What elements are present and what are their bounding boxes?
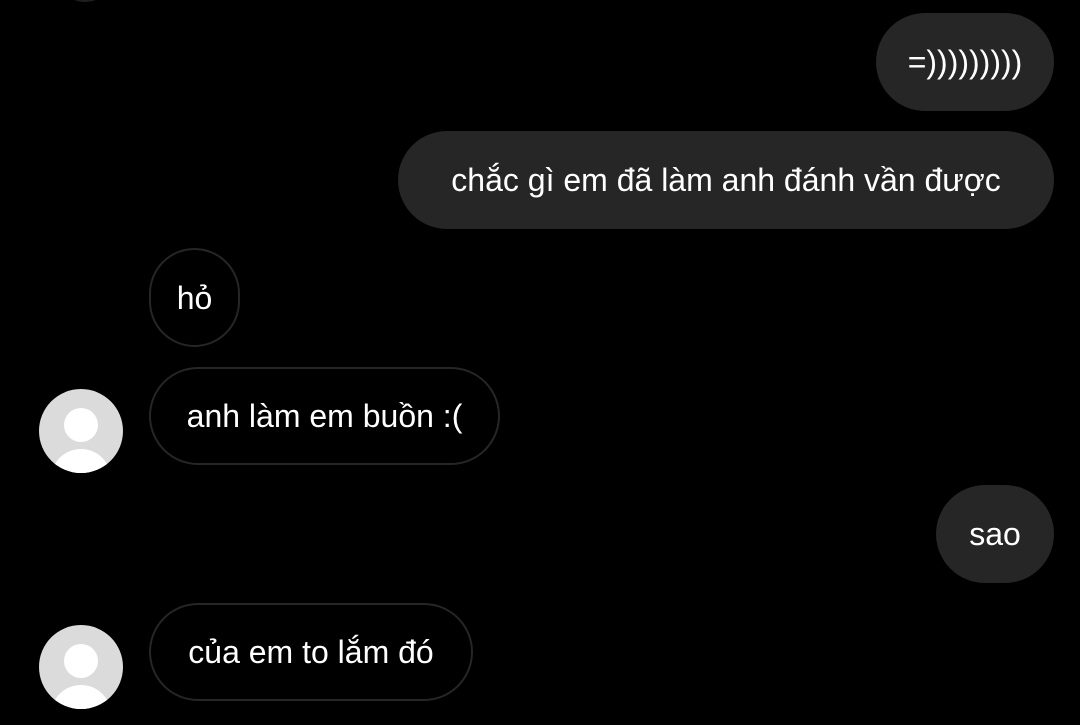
message-bubble-sent[interactable]: =))))))))) [876,13,1054,111]
avatar-head [64,644,98,678]
message-text: của em to lắm đó [188,634,434,670]
message-text: =))))))))) [907,44,1023,80]
message-bubble-sent[interactable]: sao [936,485,1054,583]
message-bubble-received[interactable]: của em to lắm đó [149,603,473,701]
avatar-shoulders [51,685,111,709]
message-text: chắc gì em đã làm anh đánh vần được [451,162,1001,198]
chat-screen: { "conversation": { "messages": [ {"send… [0,0,1080,725]
message-bubble-received[interactable]: anh làm em buồn :( [149,367,500,465]
partial-avatar-top [55,0,115,2]
message-bubble-received[interactable]: hỏ [149,248,240,347]
message-text: anh làm em buồn :( [186,398,463,434]
message-text: hỏ [176,279,213,316]
message-text: sao [969,516,1021,552]
avatar-head [64,408,98,442]
message-bubble-sent[interactable]: chắc gì em đã làm anh đánh vần được [398,131,1054,229]
avatar-shoulders [51,449,111,473]
user-avatar-icon[interactable] [39,389,123,473]
user-avatar-icon[interactable] [39,625,123,709]
